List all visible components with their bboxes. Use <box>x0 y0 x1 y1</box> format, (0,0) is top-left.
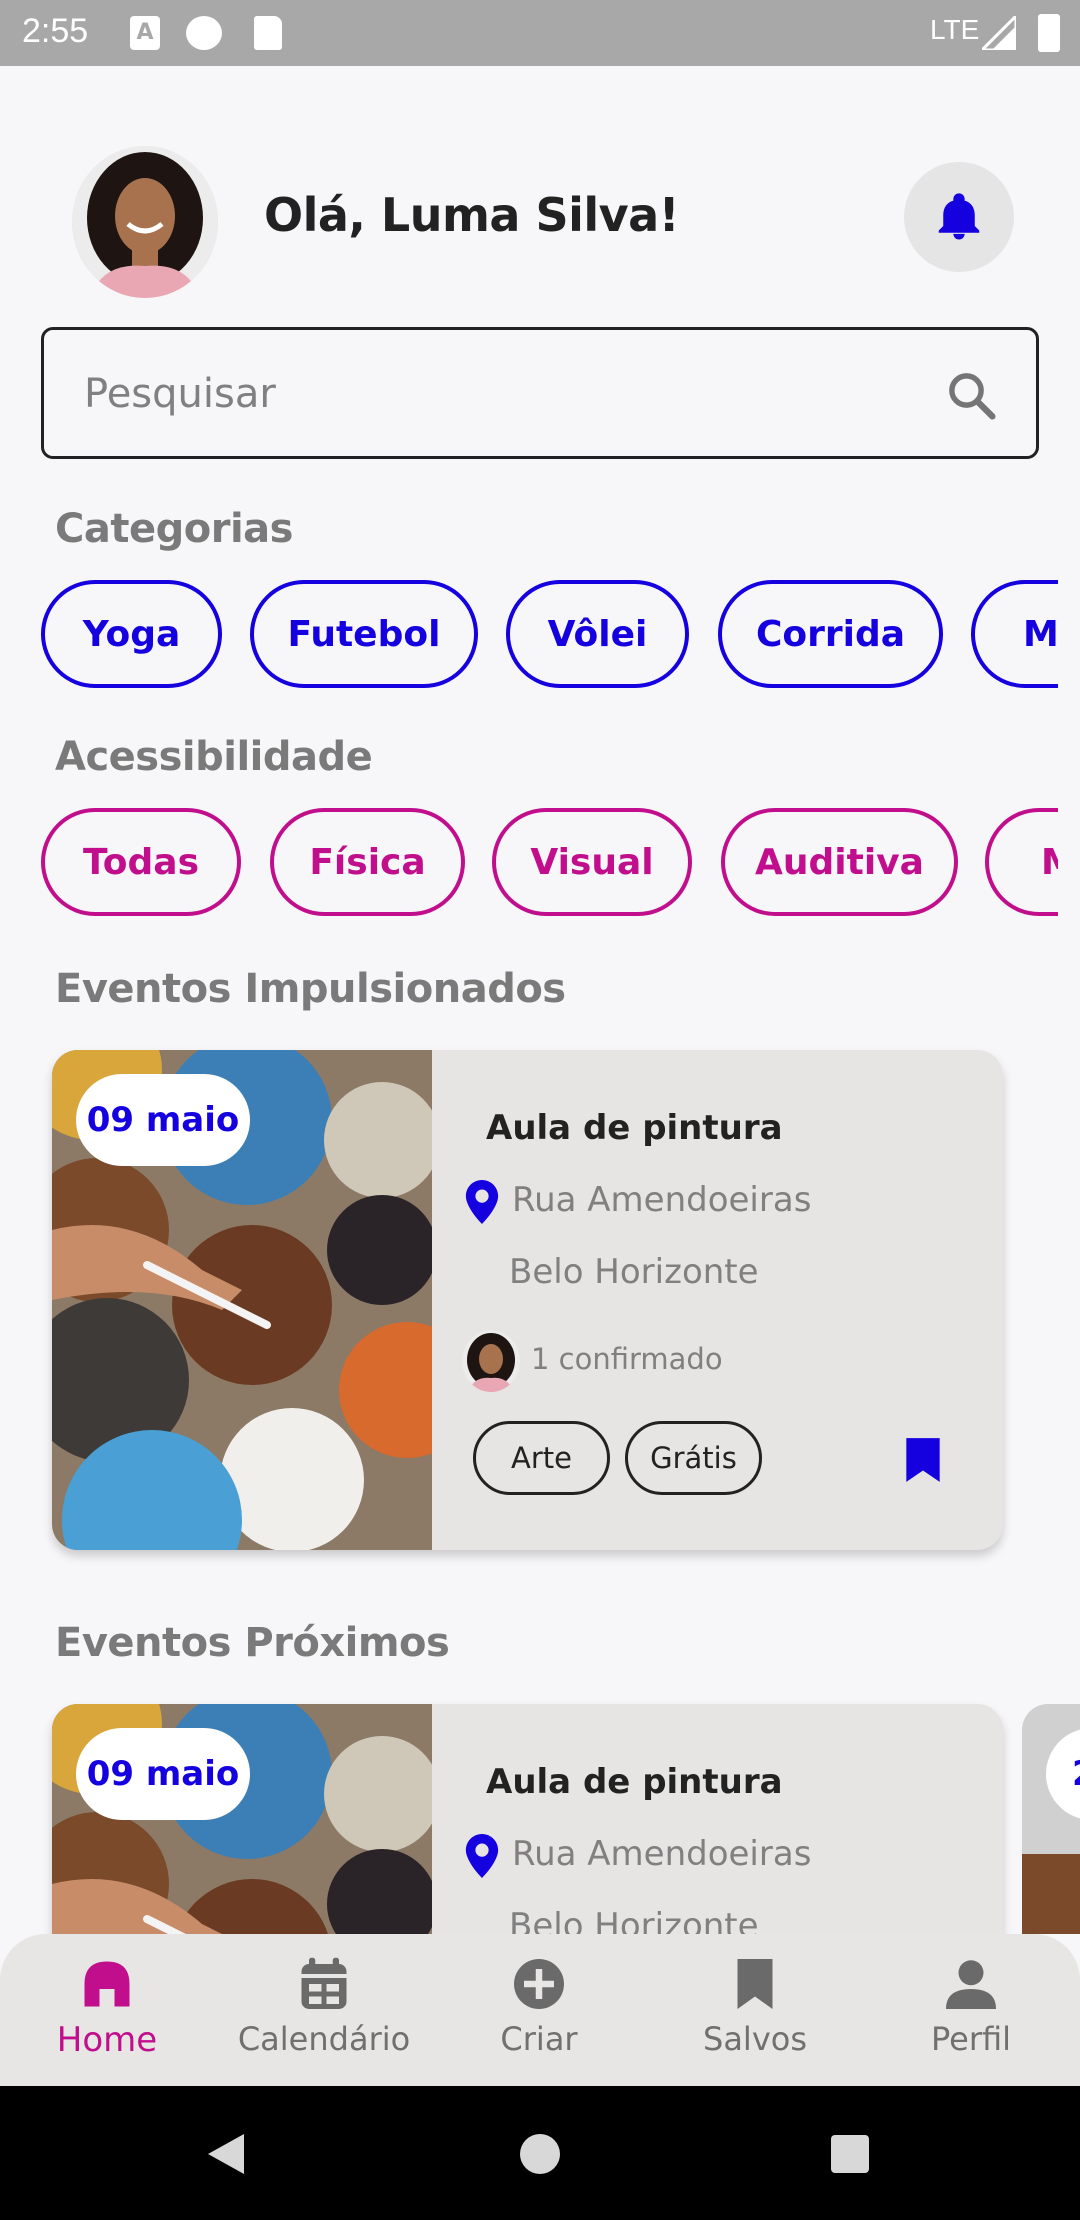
accessibility-chip-row: Todas Física Visual Auditiva M <box>0 808 1058 924</box>
event-tag-gratis[interactable]: Grátis <box>625 1421 762 1495</box>
nav-profile[interactable]: Perfil <box>896 1954 1046 2058</box>
location-pin-icon <box>465 1180 499 1224</box>
home-button-icon[interactable] <box>518 2132 562 2176</box>
bookmark-icon <box>737 1959 773 2009</box>
category-chip-corrida[interactable]: Corrida <box>718 580 943 688</box>
bookmark-icon[interactable] <box>898 1434 948 1484</box>
event-image: 09 maio <box>52 1050 432 1550</box>
nav-saved[interactable]: Salvos <box>680 1954 830 2058</box>
location-pin-icon <box>465 1834 499 1878</box>
nav-label: Salvos <box>703 2020 807 2058</box>
accessibility-chip-fisica[interactable]: Física <box>270 808 465 916</box>
event-date-badge: 09 maio <box>76 1728 250 1820</box>
sd-card-icon <box>254 16 282 50</box>
battery-icon <box>1038 14 1060 52</box>
accessibility-chip-visual[interactable]: Visual <box>492 808 692 916</box>
bottom-navigation: Home Calendário Criar Salvos Perfil <box>0 1934 1080 2086</box>
signal-icon <box>982 16 1016 50</box>
upcoming-events-title: Eventos Próximos <box>55 1620 450 1666</box>
next-event-card-peek[interactable]: 2 <box>1022 1704 1080 1934</box>
search-input[interactable] <box>84 364 904 424</box>
category-chip-more[interactable]: Me <box>971 580 1058 688</box>
event-tag-arte[interactable]: Arte <box>473 1421 610 1495</box>
categories-title: Categorias <box>55 506 293 552</box>
categories-chip-row: Yoga Futebol Vôlei Corrida Me <box>0 580 1058 696</box>
category-chip-yoga[interactable]: Yoga <box>41 580 222 688</box>
boosted-events-title: Eventos Impulsionados <box>55 966 566 1012</box>
nav-create[interactable]: Criar <box>464 1954 614 2058</box>
greeting-text: Olá, Luma Silva! <box>264 188 680 242</box>
event-confirmed-count: 1 confirmado <box>531 1342 723 1376</box>
accessibility-chip-more[interactable]: M <box>985 808 1058 916</box>
notifications-button[interactable] <box>904 162 1014 272</box>
boosted-event-card[interactable]: 09 maio Aula de pintura Rua Amendoeiras … <box>52 1050 1003 1550</box>
status-time: 2:55 <box>22 12 89 50</box>
nav-calendar[interactable]: Calendário <box>238 1954 410 2058</box>
search-icon[interactable] <box>944 368 998 422</box>
event-street: Rua Amendoeiras <box>512 1834 812 1874</box>
system-navigation-bar <box>0 2086 1080 2220</box>
home-icon <box>84 1961 130 2007</box>
accessibility-title: Acessibilidade <box>55 734 373 780</box>
attendee-avatar <box>462 1330 520 1392</box>
nav-label: Home <box>56 2020 158 2060</box>
event-date-badge: 09 maio <box>76 1074 250 1166</box>
category-chip-volei[interactable]: Vôlei <box>506 580 689 688</box>
search-bar[interactable] <box>41 327 1039 459</box>
category-chip-futebol[interactable]: Futebol <box>250 580 478 688</box>
calendar-icon <box>301 1957 347 2009</box>
event-date-badge: 2 <box>1046 1728 1080 1820</box>
avatar[interactable] <box>72 146 218 298</box>
nav-label: Criar <box>500 2020 578 2058</box>
event-image <box>1022 1854 1080 1934</box>
person-icon <box>946 1960 996 2009</box>
event-city: Belo Horizonte <box>509 1252 759 1292</box>
nav-label: Calendário <box>237 2020 411 2058</box>
nav-home[interactable]: Home <box>32 1954 182 2060</box>
recents-icon[interactable] <box>828 2132 872 2176</box>
event-title: Aula de pintura <box>486 1762 783 1802</box>
bell-icon <box>938 193 980 240</box>
back-icon[interactable] <box>204 2132 248 2176</box>
accessibility-a-icon: A <box>130 16 160 50</box>
accessibility-chip-todas[interactable]: Todas <box>41 808 241 916</box>
app-p-icon <box>186 16 222 50</box>
accessibility-chip-auditiva[interactable]: Auditiva <box>721 808 958 916</box>
plus-circle-icon <box>514 1959 564 2009</box>
event-street: Rua Amendoeiras <box>512 1180 812 1220</box>
status-bar: 2:55 A LTE <box>0 0 1080 66</box>
event-title: Aula de pintura <box>486 1108 783 1148</box>
nav-label: Perfil <box>930 2020 1012 2058</box>
network-type: LTE <box>930 14 980 45</box>
